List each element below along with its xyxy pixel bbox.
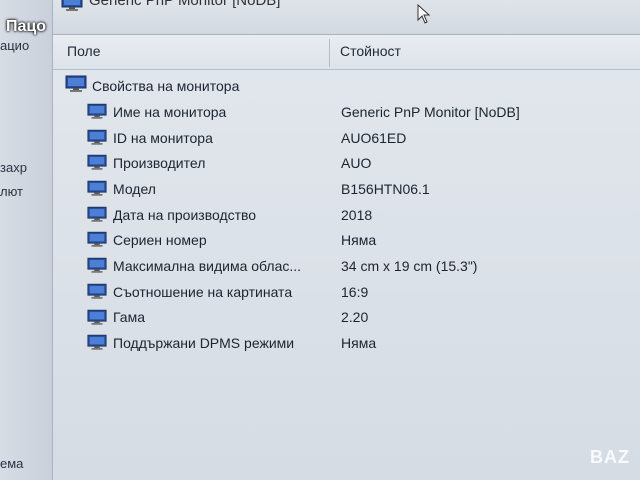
property-value: 2018 (341, 206, 373, 223)
property-row-monitor-name[interactable]: Име на монитора Generic PnP Monitor [NoD… (53, 99, 640, 125)
property-value: AUO61ED (341, 129, 407, 146)
property-field: Дата на производство (113, 206, 257, 223)
mouse-cursor-icon (417, 3, 431, 29)
properties-panel: Поле Стойност Свойства на монитора Име н… (53, 35, 640, 480)
left-pane-fragment: лют (0, 184, 24, 199)
property-row-monitor-id[interactable]: ID на монитора AUO61ED (53, 125, 640, 151)
property-value: 34 cm x 19 cm (15.3") (341, 257, 478, 274)
left-pane-fragment: захр (0, 160, 27, 175)
property-row-max-visible-area[interactable]: Максимална видима облас... 34 cm x 19 cm… (53, 253, 640, 279)
selected-device-title: Generic PnP Monitor [NoDB] (89, 0, 281, 9)
column-header-row: Поле Стойност (53, 35, 640, 70)
monitor-icon (87, 257, 107, 279)
property-field: Гама (113, 309, 145, 326)
group-label: Свойства на монитора (92, 78, 240, 94)
property-field: Поддържани DPMS режими (113, 335, 295, 352)
property-value: Няма (341, 335, 377, 352)
left-navigation-pane[interactable]: ацио захр лют ема (0, 0, 53, 480)
property-value: Няма (341, 232, 377, 249)
column-header-field[interactable]: Поле (67, 43, 101, 59)
property-field: Съотношение на картината (113, 283, 293, 300)
monitor-icon (61, 0, 83, 17)
left-pane-fragment: ема (0, 456, 24, 471)
monitor-icon (87, 154, 107, 176)
property-field: Максимална видима облас... (113, 257, 302, 274)
property-row-serial-number[interactable]: Сериен номер Няма (53, 227, 640, 253)
property-field: ID на монитора (113, 129, 213, 146)
monitor-icon (87, 231, 107, 253)
selected-device-strip: Generic PnP Monitor [NoDB] (53, 0, 640, 35)
monitor-icon (87, 309, 107, 331)
property-field: Производител (113, 155, 206, 172)
column-header-value[interactable]: Стойност (340, 43, 401, 59)
property-value: Generic PnP Monitor [NoDB] (341, 103, 520, 120)
property-value: B156HTN06.1 (341, 180, 430, 197)
monitor-icon (87, 206, 107, 228)
monitor-icon (87, 180, 107, 202)
monitor-icon (87, 334, 107, 356)
property-row-manufacture-date[interactable]: Дата на производство 2018 (53, 202, 640, 228)
seller-overlay-label: Пацо (6, 18, 47, 35)
column-divider[interactable] (329, 39, 330, 67)
monitor-icon (87, 283, 107, 305)
property-row-model[interactable]: Модел B156HTN06.1 (53, 176, 640, 202)
watermark-logo: BAZ (590, 447, 630, 467)
property-row-gamma[interactable]: Гама 2.20 (53, 305, 640, 331)
property-list: Име на монитора Generic PnP Monitor [NoD… (53, 99, 640, 356)
property-row-manufacturer[interactable]: Производител AUO (53, 150, 640, 176)
property-value: 2.20 (341, 309, 369, 326)
property-row-aspect-ratio[interactable]: Съотношение на картината 16:9 (53, 279, 640, 305)
monitor-icon (65, 75, 87, 98)
property-field: Име на монитора (113, 103, 227, 120)
left-pane-fragment: ацио (0, 38, 30, 53)
property-field: Сериен номер (113, 232, 207, 249)
property-value: 16:9 (341, 283, 369, 300)
property-row-dpms-modes[interactable]: Поддържани DPMS режими Няма (53, 330, 640, 356)
monitor-icon (87, 103, 107, 125)
monitor-icon (87, 129, 107, 151)
property-field: Модел (113, 180, 156, 197)
group-header-monitor-properties[interactable]: Свойства на монитора (65, 75, 239, 97)
property-value: AUO (341, 155, 372, 172)
